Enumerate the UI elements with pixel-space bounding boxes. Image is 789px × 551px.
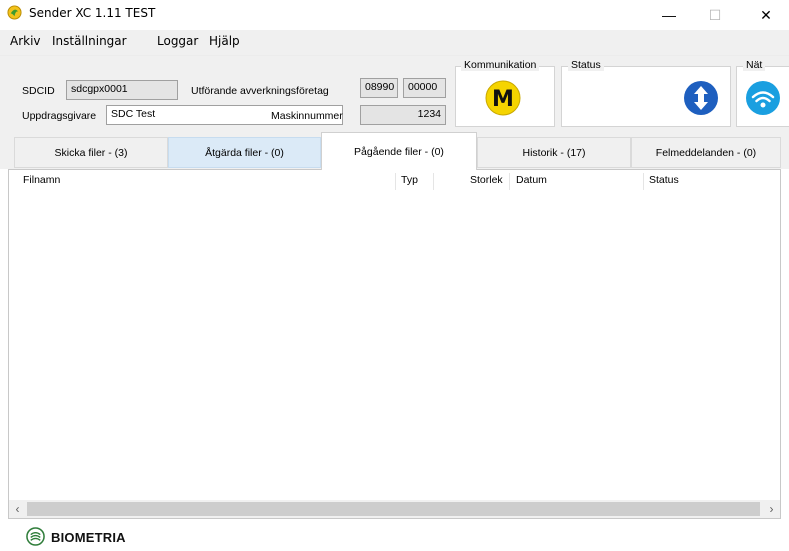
- column-divider[interactable]: [643, 173, 644, 190]
- tab-felmeddelanden[interactable]: Felmeddelanden - (0): [631, 137, 781, 168]
- file-list[interactable]: Filnamn Typ Storlek Datum Status ‹ ›: [8, 169, 781, 519]
- menu-arkiv[interactable]: Arkiv: [10, 34, 41, 48]
- column-divider[interactable]: [509, 173, 510, 190]
- kommunikation-group: Kommunikation M: [455, 59, 555, 127]
- status-group: Status: [561, 59, 731, 127]
- title-bar: Sender XC 1.11 TEST — ☐ ✕: [0, 0, 789, 30]
- biometria-logo-icon: [26, 527, 45, 546]
- maskinnummer-field: 1234: [360, 105, 446, 125]
- column-status[interactable]: Status: [649, 174, 679, 186]
- app-icon: [7, 5, 22, 20]
- tab-pagaende-filer[interactable]: Pågående filer - (0): [321, 132, 477, 170]
- column-divider[interactable]: [433, 173, 434, 190]
- close-button[interactable]: ✕: [743, 0, 789, 30]
- status-title: Status: [568, 59, 604, 71]
- kommunikation-title: Kommunikation: [461, 59, 540, 71]
- list-header: Filnamn Typ Storlek Datum Status: [9, 170, 780, 192]
- menu-hjalp[interactable]: Hjälp: [209, 34, 240, 48]
- minimize-button[interactable]: —: [646, 0, 692, 30]
- foretag-label: Utförande avverkningsföretag: [191, 85, 329, 97]
- foretag-field-2: 00000: [403, 78, 446, 98]
- maximize-button[interactable]: ☐: [692, 0, 738, 30]
- tab-skicka-filer[interactable]: Skicka filer - (3): [14, 137, 168, 168]
- chevron-right-icon[interactable]: ›: [763, 500, 780, 518]
- nat-group: Nät: [736, 59, 789, 127]
- menu-loggar[interactable]: Loggar: [157, 34, 198, 48]
- column-divider[interactable]: [395, 173, 396, 190]
- up-down-arrow-icon: [684, 81, 718, 115]
- tab-historik[interactable]: Historik - (17): [477, 137, 631, 168]
- m-badge-letter: M: [492, 87, 514, 112]
- window-title: Sender XC 1.11 TEST: [29, 6, 156, 20]
- uppdragsgivare-label: Uppdragsgivare: [22, 110, 97, 122]
- menu-bar: Arkiv Inställningar Loggar Hjälp: [0, 30, 789, 56]
- sdcid-field: sdcgpx0001: [66, 80, 178, 100]
- scroll-thumb[interactable]: [27, 502, 760, 516]
- nat-title: Nät: [743, 59, 766, 71]
- foretag-field-1: 08990: [360, 78, 398, 98]
- column-datum[interactable]: Datum: [516, 174, 547, 186]
- column-typ[interactable]: Typ: [401, 174, 418, 186]
- tab-atgarda-filer[interactable]: Åtgärda filer - (0): [168, 137, 321, 168]
- maskinnummer-label: Maskinnummer: [271, 110, 343, 122]
- menu-installningar[interactable]: Inställningar: [52, 34, 127, 48]
- column-filnamn[interactable]: Filnamn: [23, 174, 60, 186]
- column-storlek[interactable]: Storlek: [470, 174, 503, 186]
- wifi-icon: [746, 81, 780, 115]
- horizontal-scrollbar[interactable]: ‹ ›: [9, 500, 780, 518]
- chevron-left-icon[interactable]: ‹: [9, 500, 26, 518]
- brand-name: BIOMETRIA: [51, 530, 126, 545]
- sdcid-label: SDCID: [22, 85, 55, 97]
- m-badge-icon: M: [485, 80, 521, 116]
